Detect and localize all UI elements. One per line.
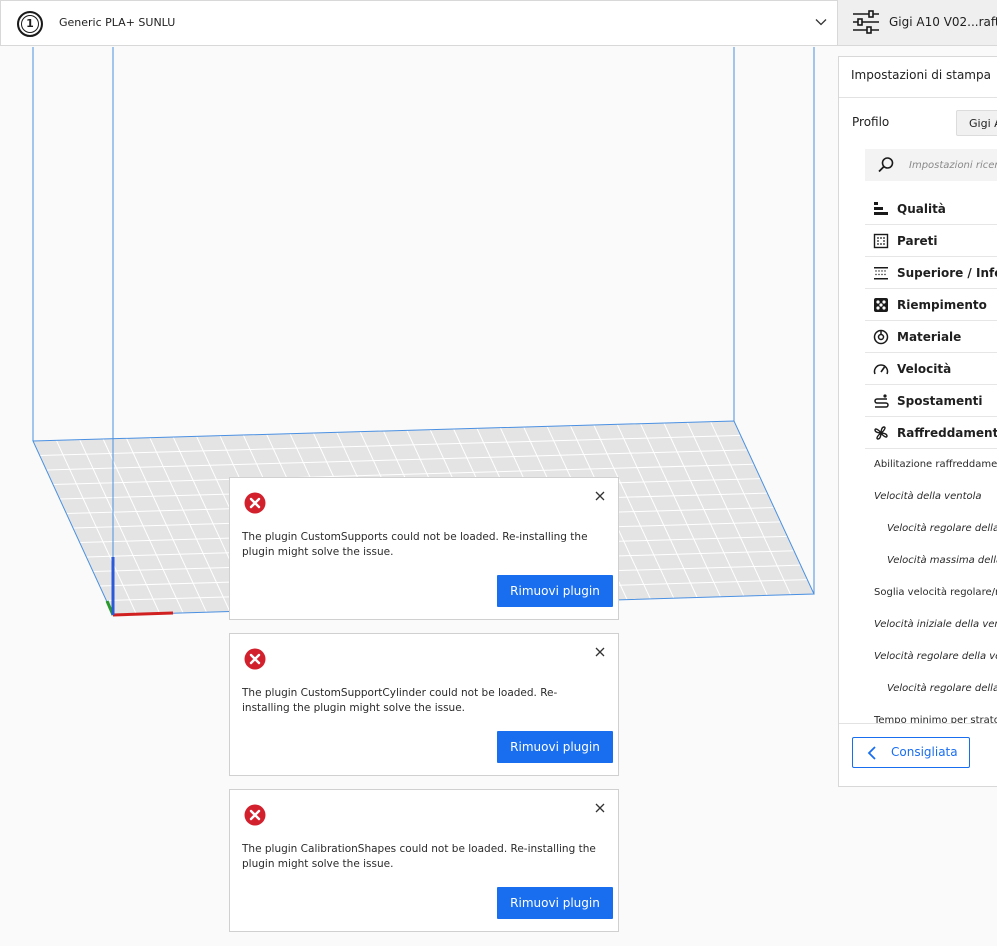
- panel-title: Impostazioni di stampa: [851, 68, 991, 82]
- category-speed[interactable]: Velocità: [865, 353, 997, 385]
- infill-icon: [874, 298, 888, 312]
- notification-message: The plugin CalibrationShapes could not b…: [242, 843, 596, 870]
- category-travel[interactable]: Spostamenti: [865, 385, 997, 417]
- setting-row[interactable]: Velocità della ventola: [839, 481, 997, 513]
- setting-row[interactable]: Soglia velocità regolare/massima: [839, 577, 997, 609]
- settings-search-box[interactable]: [865, 149, 997, 181]
- setting-label: Velocità regolare della ventola: [887, 523, 997, 534]
- category-label: Materiale: [897, 330, 962, 344]
- divider: [839, 97, 997, 98]
- material-selector[interactable]: 1 Generic PLA+ SUNLU: [0, 0, 838, 46]
- plugin-error-notification: The plugin CalibrationShapes could not b…: [229, 789, 619, 932]
- setting-label: Velocità regolare della ventola: [874, 651, 997, 662]
- category-label: Superiore / Inferiore: [897, 266, 997, 280]
- setting-label: Soglia velocità regolare/massima: [874, 587, 997, 598]
- plugin-error-notification: The plugin CustomSupportCylinder could n…: [229, 633, 619, 776]
- sliders-icon: [853, 10, 879, 34]
- notification-message: The plugin CustomSupportCylinder could n…: [242, 687, 558, 714]
- cooling-settings-list: Abilitazione raffreddamento Velocità del…: [839, 449, 997, 737]
- print-profile-name: Gigi A10 V02...raft -: [889, 15, 997, 29]
- category-infill[interactable]: Riempimento: [865, 289, 997, 321]
- category-material[interactable]: Materiale: [865, 321, 997, 353]
- category-label: Raffreddamento: [897, 426, 997, 440]
- remove-plugin-button[interactable]: Rimuovi plugin: [497, 731, 613, 763]
- print-settings-selector[interactable]: Gigi A10 V02...raft -: [838, 0, 997, 46]
- remove-plugin-button[interactable]: Rimuovi plugin: [497, 575, 613, 607]
- extruder-badge: 1: [17, 11, 43, 37]
- plugin-error-notification: The plugin CustomSupports could not be l…: [229, 477, 619, 620]
- setting-row[interactable]: Velocità regolare della ventola: [839, 673, 997, 705]
- setting-row[interactable]: Velocità regolare della ventola: [839, 641, 997, 673]
- setting-label: Abilitazione raffreddamento: [874, 459, 997, 470]
- category-label: Qualità: [897, 202, 946, 216]
- error-icon: [244, 804, 266, 826]
- remove-plugin-button[interactable]: Rimuovi plugin: [497, 887, 613, 919]
- search-icon: [878, 157, 894, 173]
- category-label: Pareti: [897, 234, 938, 248]
- notification-message: The plugin CustomSupports could not be l…: [242, 531, 588, 558]
- close-icon[interactable]: [594, 490, 606, 502]
- setting-label: Velocità della ventola: [874, 491, 982, 502]
- close-icon[interactable]: [594, 646, 606, 658]
- speed-icon: [873, 364, 889, 375]
- profile-dropdown[interactable]: Gigi A10 V02: [956, 110, 997, 136]
- quality-icon: [874, 202, 888, 215]
- setting-row[interactable]: Velocità massima della ventola: [839, 545, 997, 577]
- category-label: Spostamenti: [897, 394, 983, 408]
- material-name: Generic PLA+ SUNLU: [59, 16, 176, 29]
- chevron-left-icon: [867, 746, 876, 760]
- recommended-mode-button[interactable]: Consigliata: [852, 737, 970, 768]
- profile-label: Profilo: [852, 115, 890, 129]
- settings-search-input[interactable]: [909, 149, 997, 181]
- travel-icon: [874, 394, 889, 408]
- setting-row[interactable]: Abilitazione raffreddamento: [839, 449, 997, 481]
- cooling-fan-icon: [874, 426, 888, 440]
- category-quality[interactable]: Qualità: [865, 193, 997, 225]
- chevron-down-icon[interactable]: [813, 14, 829, 30]
- category-top-bottom[interactable]: Superiore / Inferiore: [865, 257, 997, 289]
- close-icon[interactable]: [594, 802, 606, 814]
- panel-footer: Consigliata: [839, 724, 997, 786]
- error-icon: [244, 492, 266, 514]
- setting-label: Velocità regolare della ventola: [887, 683, 997, 694]
- setting-row[interactable]: Velocità regolare della ventola: [839, 513, 997, 545]
- top-bar: 1 Generic PLA+ SUNLU Gigi A10 V02...raft…: [0, 0, 997, 47]
- error-icon: [244, 648, 266, 670]
- material-icon: [873, 329, 889, 345]
- setting-label: Velocità massima della ventola: [887, 555, 997, 566]
- print-settings-panel: Impostazioni di stampa Profilo Gigi A10 …: [838, 56, 997, 787]
- setting-label: Velocità iniziale della ventola: [874, 619, 997, 630]
- top-bottom-icon: [874, 267, 888, 280]
- category-walls[interactable]: Pareti: [865, 225, 997, 257]
- category-cooling[interactable]: Raffreddamento: [865, 417, 997, 449]
- category-label: Riempimento: [897, 298, 987, 312]
- setting-row[interactable]: Velocità iniziale della ventola: [839, 609, 997, 641]
- recommended-label: Consigliata: [891, 745, 958, 759]
- category-label: Velocità: [897, 362, 952, 376]
- settings-category-list: Qualità Pareti Superiore / Inferiore Rie…: [865, 193, 997, 449]
- walls-icon: [873, 233, 889, 249]
